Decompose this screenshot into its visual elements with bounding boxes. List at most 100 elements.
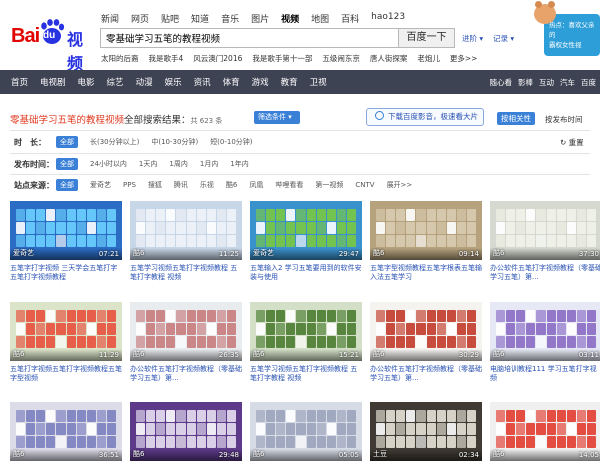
top-nav-item[interactable]: 百科	[341, 12, 359, 25]
filter-option[interactable]: 全部	[56, 136, 78, 148]
video-card[interactable]: 酷6 36:51	[10, 402, 122, 461]
video-thumbnail[interactable]: 酷6 36:51	[10, 402, 122, 461]
video-thumbnail[interactable]: 爱奇艺 29:47	[250, 201, 362, 260]
filter-option[interactable]: 短(0-10分钟)	[210, 137, 252, 147]
hot-search-link[interactable]: 更多>>	[450, 53, 478, 64]
download-player-button[interactable]: 下载百度影音，极速看大片	[366, 108, 484, 126]
video-card[interactable]: 酷6 11:25 五笔学习视频五笔打字视频教程 五笔打字教程 视频	[130, 201, 242, 282]
video-card[interactable]: 爱奇艺 29:47 五笔输入2 学习五笔要用到的软件安装与使用	[250, 201, 362, 282]
video-card[interactable]: 酷6 29:48	[130, 402, 242, 461]
video-card[interactable]: 酷6 30:29 办公软件五笔打字视频教程（零基础学习五笔）第...	[370, 302, 482, 383]
video-title[interactable]: 五笔字型视频教程五笔字根表五笔输入法五笔学习	[370, 264, 482, 282]
video-card[interactable]: 酷6 14:05	[490, 402, 600, 461]
filter-option[interactable]: 乐视	[200, 180, 214, 190]
video-title[interactable]: 五笔字打字视频 三天学会五笔打字 五笔打字视频教程	[10, 264, 122, 282]
channel-nav-extra[interactable]: 互动	[539, 77, 554, 88]
video-title[interactable]: 五笔输入2 学习五笔要用到的软件安装与使用	[250, 264, 362, 282]
video-title[interactable]: 办公软件五笔打字视频教程（零基础学习五笔）第...	[370, 365, 482, 383]
filter-option[interactable]: CNTV	[355, 181, 374, 189]
filter-option[interactable]: PPS	[123, 181, 136, 189]
top-nav-item[interactable]: 地图	[311, 12, 329, 25]
video-title[interactable]: 五笔学习视频五笔打字视频教程 五笔打字教程 视频	[130, 264, 242, 282]
video-card[interactable]: 酷6 37:30 办公软件五笔打字视频教程（零基础学习五笔）第...	[490, 201, 600, 282]
channel-nav-extra[interactable]: 汽车	[560, 77, 575, 88]
video-thumbnail[interactable]: 酷6 11:29	[10, 302, 122, 361]
channel-nav-extra[interactable]: 影棒	[518, 77, 533, 88]
channel-nav-item[interactable]: 电影	[78, 76, 95, 88]
filter-option[interactable]: 1年内	[230, 159, 248, 169]
channel-nav-item[interactable]: 电视剧	[40, 76, 66, 88]
hot-search-link[interactable]: 五级闹东京	[322, 53, 360, 64]
hot-search-link[interactable]: 风云澳门2016	[193, 53, 242, 64]
filter-option[interactable]: 搜狐	[148, 180, 162, 190]
hot-search-link[interactable]: 老炮儿	[417, 53, 440, 64]
video-card[interactable]: 酷6 11:29 五笔打字视频五笔打字视频教程五笔字型视频	[10, 302, 122, 383]
filter-option[interactable]: 全部	[56, 158, 78, 170]
top-nav-item[interactable]: hao123	[371, 12, 405, 25]
video-thumbnail[interactable]: 酷6 05:05	[250, 402, 362, 461]
video-title[interactable]: 办公软件五笔打字视频教程（零基础学习五笔）第...	[490, 264, 600, 282]
baidu-video-logo[interactable]: Bai du 视频	[11, 19, 97, 73]
filter-option[interactable]: 酷6	[226, 180, 237, 190]
video-card[interactable]: 酷6 26:35 办公软件五笔打字视频教程（零基础学习五笔）第...	[130, 302, 242, 383]
search-input[interactable]	[101, 29, 398, 47]
video-card[interactable]: 酷6 15:21 五笔学习视频五笔打字视频教程 五笔打字教程 视频	[250, 302, 362, 383]
filter-option[interactable]: 哔哩看看	[275, 180, 303, 190]
channel-nav-item[interactable]: 综艺	[107, 76, 124, 88]
hot-search-link[interactable]: 我是歌手第十一部	[252, 53, 312, 64]
top-nav-item[interactable]: 知道	[191, 12, 209, 25]
video-thumbnail[interactable]: 酷6 09:14	[370, 201, 482, 260]
filter-option[interactable]: 凤凰	[249, 180, 263, 190]
top-nav-item[interactable]: 贴吧	[161, 12, 179, 25]
channel-nav-item[interactable]: 教育	[281, 76, 298, 88]
video-thumbnail[interactable]: 爱奇艺 07:21	[10, 201, 122, 260]
video-card[interactable]: 爱奇艺 07:21 五笔字打字视频 三天学会五笔打字 五笔打字视频教程	[10, 201, 122, 282]
filter-option[interactable]: 展开>>	[387, 180, 413, 190]
advanced-search-link[interactable]: 进阶 ▾	[462, 33, 483, 44]
video-thumbnail[interactable]: 酷6 29:48	[130, 402, 242, 461]
video-thumbnail[interactable]: 酷6 14:05	[490, 402, 600, 461]
video-title[interactable]: 五笔学习视频五笔打字视频教程 五笔打字教程 视频	[250, 365, 362, 383]
promo-banner[interactable]: 热点：喜欢父亲的 霸权女性视	[532, 0, 600, 60]
video-thumbnail[interactable]: 酷6 26:35	[130, 302, 242, 361]
hot-search-link[interactable]: 唐人街探案	[370, 53, 408, 64]
top-nav-item[interactable]: 网页	[131, 12, 149, 25]
video-thumbnail[interactable]: 酷6 15:21	[250, 302, 362, 361]
channel-nav-item[interactable]: 体育	[223, 76, 240, 88]
channel-nav-item[interactable]: 游戏	[252, 76, 269, 88]
history-link[interactable]: 记录 ▾	[493, 33, 514, 44]
top-nav-item[interactable]: 音乐	[221, 12, 239, 25]
channel-nav-item[interactable]: 资讯	[194, 76, 211, 88]
video-title[interactable]: 办公软件五笔打字视频教程（零基础学习五笔）第...	[130, 365, 242, 383]
filter-option[interactable]: 全部	[56, 179, 78, 191]
filter-option[interactable]: 中(10-30分钟)	[151, 137, 198, 147]
video-card[interactable]: 酷6 03:11 电脑培训教程111 学习五笔打字视频	[490, 302, 600, 383]
channel-nav-item[interactable]: 首页	[11, 76, 28, 88]
video-title[interactable]: 电脑培训教程111 学习五笔打字视频	[490, 365, 600, 383]
top-nav-item[interactable]: 新闻	[101, 12, 119, 25]
video-thumbnail[interactable]: 酷6 11:25	[130, 201, 242, 260]
filter-option[interactable]: 1月内	[200, 159, 218, 169]
reset-button[interactable]: ↻ 重置	[560, 137, 584, 148]
top-nav-item[interactable]: 图片	[251, 12, 269, 25]
video-card[interactable]: 酷6 09:14 五笔字型视频教程五笔字根表五笔输入法五笔学习	[370, 201, 482, 282]
filter-option[interactable]: 1天内	[139, 159, 157, 169]
video-card[interactable]: 酷6 05:05	[250, 402, 362, 461]
channel-nav-item[interactable]: 动漫	[136, 76, 153, 88]
video-card[interactable]: 土豆 02:34	[370, 402, 482, 461]
filter-option[interactable]: 腾讯	[174, 180, 188, 190]
video-thumbnail[interactable]: 酷6 30:29	[370, 302, 482, 361]
video-title[interactable]: 五笔打字视频五笔打字视频教程五笔字型视频	[10, 365, 122, 383]
channel-nav-item[interactable]: 娱乐	[165, 76, 182, 88]
sort-relevance-button[interactable]: 按相关性	[497, 112, 535, 125]
sort-time-link[interactable]: 按发布时间	[545, 114, 583, 125]
hot-search-link[interactable]: 我是歌手4	[149, 53, 184, 64]
channel-nav-item[interactable]: 卫视	[310, 76, 327, 88]
filter-option[interactable]: 第一视频	[315, 180, 343, 190]
top-nav-item[interactable]: 视频	[281, 12, 299, 25]
filter-conditions-button[interactable]: 筛选条件 ▾	[254, 111, 300, 124]
video-thumbnail[interactable]: 土豆 02:34	[370, 402, 482, 461]
channel-nav-extra[interactable]: 百度	[581, 77, 596, 88]
video-thumbnail[interactable]: 酷6 37:30	[490, 201, 600, 260]
filter-option[interactable]: 24小时以内	[90, 159, 127, 169]
